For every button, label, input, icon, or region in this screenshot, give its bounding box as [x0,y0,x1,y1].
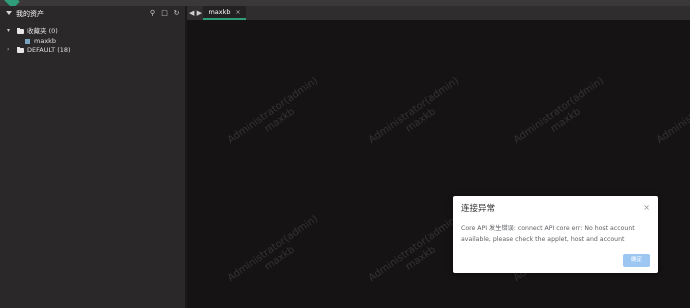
tree-node-default[interactable]: › DEFAULT (18) [7,45,71,55]
connection-error-dialog: 连接异常 × Core API 发生错误: connect API core e… [453,196,658,273]
tab-label: maxkb [208,8,231,16]
sidebar-tools: ⚲ □ ↻ [149,9,180,18]
folder-icon [17,46,24,53]
search-icon[interactable]: ⚲ [149,9,156,18]
collapse-icon[interactable]: □ [161,9,168,18]
tab-maxkb[interactable]: maxkb × [203,6,246,20]
tab-close-icon[interactable]: × [236,9,241,16]
dialog-title: 连接异常 [461,204,496,214]
dialog-message: Core API 发生错误: connect API core err: No … [461,225,635,243]
watermark: Administrator(admin)maxkb [225,75,321,146]
folder-icon [17,27,24,34]
tree-node-favorites[interactable]: ▾ 收藏夹 (0) [7,26,58,36]
application-icon [25,38,30,44]
refresh-icon[interactable]: ↻ [173,9,180,18]
close-icon[interactable]: × [643,203,650,213]
watermark: Administrator(admin)maxkb [511,75,607,146]
chevron-down-icon[interactable]: ▾ [7,26,13,36]
watermark: Administrator(admin)maxkb [366,75,462,146]
watermark: Administrator(admin)maxkb [225,213,321,284]
tree-node-label: 收藏夹 (0) [27,27,58,35]
tree-node-label: DEFAULT (18) [27,46,71,54]
session-tab-bar: ◀ ▶ maxkb × [187,6,690,20]
tab-scroll-arrows[interactable]: ◀ ▶ [189,8,202,18]
caret-down-icon[interactable] [6,11,12,15]
confirm-button[interactable]: 确定 [623,254,650,267]
sidebar-title: 我的资产 [16,10,44,18]
chevron-right-icon[interactable]: › [7,45,13,55]
sidebar-header[interactable]: 我的资产 ⚲ □ ↻ [0,6,186,22]
watermark: Administrator(admin)maxkb [654,75,690,146]
asset-sidebar: 我的资产 ⚲ □ ↻ ▾ 收藏夹 (0) maxkb › DEFAULT (18… [0,6,186,308]
